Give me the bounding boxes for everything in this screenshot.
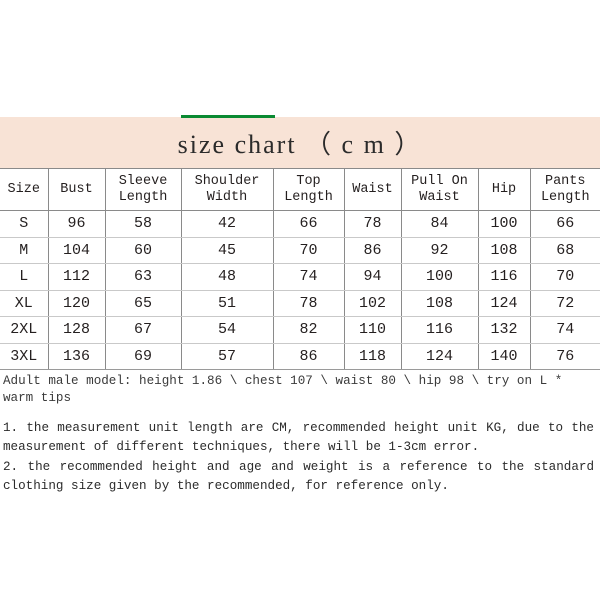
cell-pull-on-waist: 116 — [400, 316, 478, 344]
cell-shoulder-width: 51 — [180, 290, 273, 317]
cell-top-length: 78 — [272, 290, 344, 317]
table-body: S 96 58 42 66 78 84 100 66 M 104 60 45 7… — [0, 210, 600, 370]
cell-size: M — [0, 237, 48, 264]
column-header-size: Size — [0, 168, 48, 211]
cell-waist: 86 — [343, 237, 401, 264]
cell-sleeve-length: 65 — [104, 290, 181, 317]
cell-top-length: 70 — [272, 237, 344, 264]
table-header: Size Bust Sleeve Length Shoulder Width T… — [0, 168, 600, 211]
cell-size: 3XL — [0, 343, 48, 370]
cell-pants-length: 74 — [529, 316, 600, 344]
cell-pull-on-waist: 100 — [400, 263, 478, 291]
cell-waist: 94 — [343, 263, 401, 291]
cell-bust: 128 — [47, 316, 105, 344]
disclaimer-notes: 1. the measurement unit length are CM, r… — [0, 409, 600, 495]
cell-waist: 110 — [343, 316, 401, 344]
cell-hip: 124 — [477, 290, 530, 317]
column-header-bust: Bust — [47, 168, 105, 211]
column-header-top-length: Top Length — [272, 168, 344, 211]
cell-size: S — [0, 210, 48, 238]
cell-hip: 132 — [477, 316, 530, 344]
cell-waist: 118 — [343, 343, 401, 370]
cell-pull-on-waist: 84 — [400, 210, 478, 238]
top-whitespace — [0, 0, 600, 118]
size-chart-table: Size Bust Sleeve Length Shoulder Width T… — [0, 168, 600, 370]
cell-pull-on-waist: 108 — [400, 290, 478, 317]
model-measurements-note: Adult male model: height 1.86 \ chest 10… — [3, 374, 570, 405]
cell-hip: 116 — [477, 263, 530, 291]
cell-top-length: 74 — [272, 263, 344, 291]
cell-sleeve-length: 63 — [104, 263, 181, 291]
column-header-waist: Waist — [343, 168, 401, 211]
cell-sleeve-length: 58 — [104, 210, 181, 238]
cell-shoulder-width: 54 — [180, 316, 273, 344]
header-row: Size Bust Sleeve Length Shoulder Width T… — [0, 168, 600, 211]
title-band: size chart （ c m ） — [0, 117, 600, 168]
note-item-2: 2. the recommended height and age and we… — [3, 460, 594, 493]
table-row: M 104 60 45 70 86 92 108 68 — [0, 237, 600, 264]
cell-hip: 140 — [477, 343, 530, 370]
cell-size: L — [0, 263, 48, 291]
cell-bust: 96 — [47, 210, 105, 238]
table-row: 2XL 128 67 54 82 110 116 132 74 — [0, 316, 600, 344]
cell-size: 2XL — [0, 316, 48, 344]
cell-bust: 112 — [47, 263, 105, 291]
cell-pull-on-waist: 92 — [400, 237, 478, 264]
cell-pull-on-waist: 124 — [400, 343, 478, 370]
cell-bust: 136 — [47, 343, 105, 370]
cell-top-length: 86 — [272, 343, 344, 370]
page-title: size chart （ c m ） — [177, 130, 423, 159]
cell-waist: 102 — [343, 290, 401, 317]
column-header-pull-on-waist: Pull On Waist — [400, 168, 478, 211]
cell-sleeve-length: 67 — [104, 316, 181, 344]
cell-waist: 78 — [343, 210, 401, 238]
cell-shoulder-width: 42 — [180, 210, 273, 238]
cell-top-length: 82 — [272, 316, 344, 344]
note-item-1: 1. the measurement unit length are CM, r… — [3, 421, 594, 454]
cell-hip: 100 — [477, 210, 530, 238]
table-row: L 112 63 48 74 94 100 116 70 — [0, 263, 600, 291]
cell-top-length: 66 — [272, 210, 344, 238]
cell-pants-length: 72 — [529, 290, 600, 317]
cell-bust: 120 — [47, 290, 105, 317]
column-header-shoulder-width: Shoulder Width — [180, 168, 273, 211]
cell-size: XL — [0, 290, 48, 317]
cell-pants-length: 76 — [529, 343, 600, 370]
cell-pants-length: 70 — [529, 263, 600, 291]
table-row: S 96 58 42 66 78 84 100 66 — [0, 210, 600, 238]
cell-bust: 104 — [47, 237, 105, 264]
cell-sleeve-length: 60 — [104, 237, 181, 264]
column-header-hip: Hip — [477, 168, 530, 211]
column-header-pants-length: Pants Length — [529, 168, 600, 211]
cell-shoulder-width: 48 — [180, 263, 273, 291]
table-row: XL 120 65 51 78 102 108 124 72 — [0, 290, 600, 317]
cell-shoulder-width: 45 — [180, 237, 273, 264]
cell-sleeve-length: 69 — [104, 343, 181, 370]
cell-pants-length: 68 — [529, 237, 600, 264]
green-accent-rule — [181, 115, 275, 118]
cell-shoulder-width: 57 — [180, 343, 273, 370]
column-header-sleeve-length: Sleeve Length — [104, 168, 181, 211]
cell-hip: 108 — [477, 237, 530, 264]
table-row: 3XL 136 69 57 86 118 124 140 76 — [0, 343, 600, 370]
size-chart-page: size chart （ c m ） Size Bust Sleeve Leng… — [0, 0, 600, 600]
cell-pants-length: 66 — [529, 210, 600, 238]
